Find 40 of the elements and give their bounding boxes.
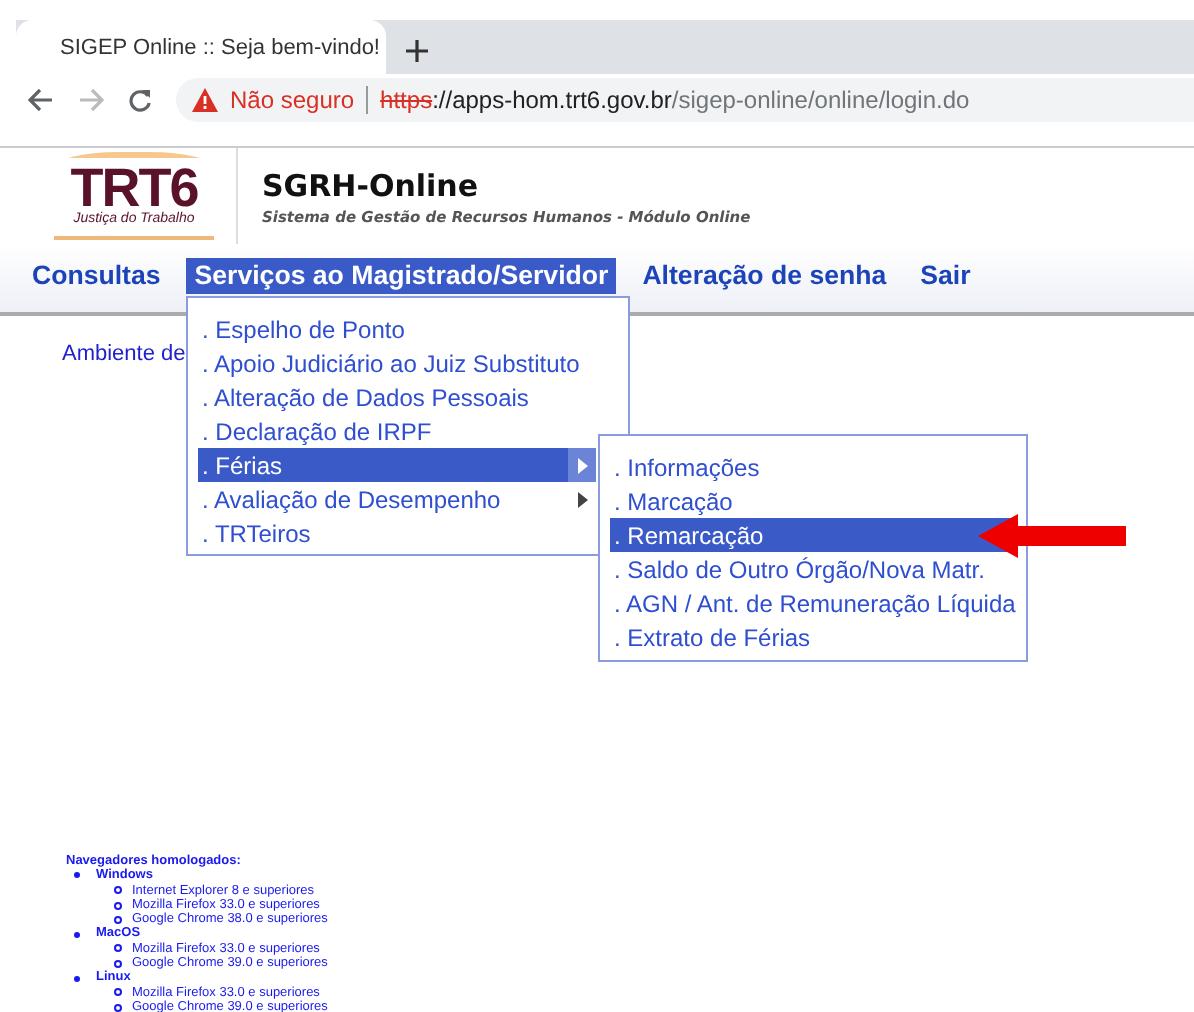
menu-item[interactable]: . AGN / Ant. de Remuneração Líquida — [610, 586, 1016, 620]
menu-item[interactable]: . Apoio Judiciário ao Juiz Substituto — [198, 346, 596, 380]
bullet-icon — [74, 931, 80, 938]
bullet-icon — [114, 915, 122, 924]
bullet-icon — [114, 944, 122, 953]
browser-tab[interactable]: SIGEP Online :: Seja bem-vindo! — [16, 20, 386, 74]
nav-link[interactable]: Serviços ao Magistrado/Servidor — [186, 258, 617, 294]
nav-link[interactable]: Consultas — [24, 258, 169, 294]
menu-item[interactable]: . Marcação — [610, 484, 1016, 518]
bullet-icon — [74, 975, 80, 982]
menu-item[interactable]: . Alteração de Dados Pessoais — [198, 380, 596, 414]
app-title: SGRH-Online — [262, 167, 481, 203]
bullet-icon — [114, 1003, 122, 1012]
submenu-arrow-icon — [577, 491, 587, 507]
menu-item[interactable]: . Declaração de IRPF — [198, 414, 596, 448]
bullet-icon — [114, 988, 122, 997]
nav-link[interactable]: Alteração de senha — [634, 258, 895, 294]
bullet-icon — [74, 872, 80, 879]
menu-item[interactable]: . Extrato de Férias — [610, 620, 1016, 654]
warning-icon — [192, 88, 218, 112]
menu-item[interactable]: . TRTeiros — [198, 516, 596, 550]
menu-item[interactable]: . Espelho de Ponto — [198, 312, 596, 346]
address-bar[interactable]: Não seguro https://apps-hom.trt6.gov.br/sigep-online/online/login.do — [176, 78, 1194, 122]
bullet-icon — [114, 901, 122, 910]
back-icon[interactable] — [28, 88, 54, 112]
environment-text: Ambiente de — [62, 342, 186, 366]
url-text: https://apps-hom.trt6.gov.br/sigep-online/online/login.do — [380, 86, 970, 114]
new-tab-icon[interactable] — [406, 40, 428, 62]
reload-icon[interactable] — [128, 88, 152, 112]
bullet-icon — [114, 959, 122, 968]
menu-item[interactable]: . Informações — [610, 450, 1016, 484]
bullet-icon — [114, 886, 122, 895]
nav-link[interactable]: Sair — [912, 258, 979, 294]
menu-item[interactable]: . Férias — [198, 448, 596, 482]
submenu-arrow-icon — [577, 457, 587, 473]
security-warning: Não seguro — [230, 86, 355, 114]
pointer-arrow-icon — [978, 514, 1126, 558]
menu-item[interactable]: . Remarcação — [610, 518, 1016, 552]
menu-item[interactable]: . Saldo de Outro Órgão/Nova Matr. — [610, 552, 1016, 586]
menu-item[interactable]: . Avaliação de Desempenho — [198, 482, 596, 516]
